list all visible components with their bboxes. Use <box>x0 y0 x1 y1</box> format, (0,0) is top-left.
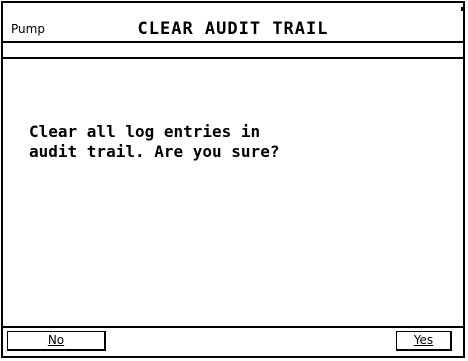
title-bar: Pump CLEAR AUDIT TRAIL <box>3 3 463 43</box>
no-button-label: No <box>47 333 65 347</box>
no-button[interactable]: No <box>7 331 106 351</box>
title-tick-mark <box>461 7 463 11</box>
yes-button[interactable]: Yes <box>396 331 452 351</box>
yes-button-label: Yes <box>413 333 434 347</box>
header-divider <box>3 57 463 59</box>
confirmation-message: Clear all log entries in audit trail. Ar… <box>29 122 449 162</box>
page-title: CLEAR AUDIT TRAIL <box>137 19 329 39</box>
message-line-1: Clear all log entries in <box>29 122 261 141</box>
window-frame <box>1 1 465 358</box>
message-line-2: audit trail. Are you sure? <box>29 142 280 161</box>
footer-divider <box>3 326 463 328</box>
pump-screen: Pump CLEAR AUDIT TRAIL Clear all log ent… <box>0 0 468 361</box>
